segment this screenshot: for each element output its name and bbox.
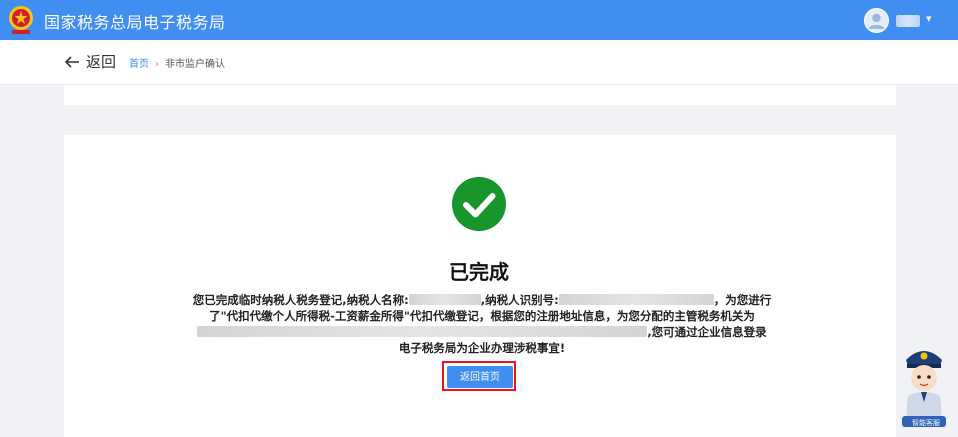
navigation-bar: 返回 首页 › 非市监户确认 <box>0 40 958 85</box>
chevron-down-icon[interactable]: ▾ <box>926 12 932 25</box>
app-title: 国家税务总局电子税务局 <box>44 13 226 32</box>
breadcrumb-separator: › <box>155 59 159 70</box>
result-message: 您已完成临时纳税人税务登记,纳税人名称:██████████,纳税人识别号:██… <box>192 292 772 356</box>
mascot-label[interactable]: 智能客服 <box>906 419 946 427</box>
user-avatar-icon[interactable] <box>864 8 889 33</box>
breadcrumb-current: 非市监户确认 <box>165 59 225 70</box>
breadcrumb: 首页 › 非市监户确认 <box>129 55 225 70</box>
top-header: 国家税务总局电子税务局 ■■ ▾ <box>0 0 958 40</box>
status-title: 已完成 <box>449 260 509 284</box>
arrow-left-icon <box>64 55 79 68</box>
police-mascot-icon[interactable] <box>898 342 950 428</box>
taxpayer-id-masked: ██████████████████ <box>558 294 714 305</box>
check-circle-icon <box>452 177 506 231</box>
return-home-button[interactable]: 返回首页 <box>447 366 513 388</box>
tax-emblem-icon <box>9 6 33 34</box>
breadcrumb-home[interactable]: 首页 <box>129 59 149 70</box>
message-text-2: ,纳税人识别号: <box>480 293 559 307</box>
taxpayer-name-masked: ██████████ <box>408 294 481 305</box>
top-panel <box>64 85 896 105</box>
back-button[interactable]: 返回 <box>64 51 116 72</box>
back-label[interactable]: 返回 <box>86 51 116 72</box>
tax-office-masked: █████████████████████████████████████ <box>197 326 648 337</box>
user-name-masked[interactable]: ■■ <box>896 15 920 27</box>
message-text-1: 您已完成临时纳税人税务登记,纳税人名称: <box>192 293 409 307</box>
